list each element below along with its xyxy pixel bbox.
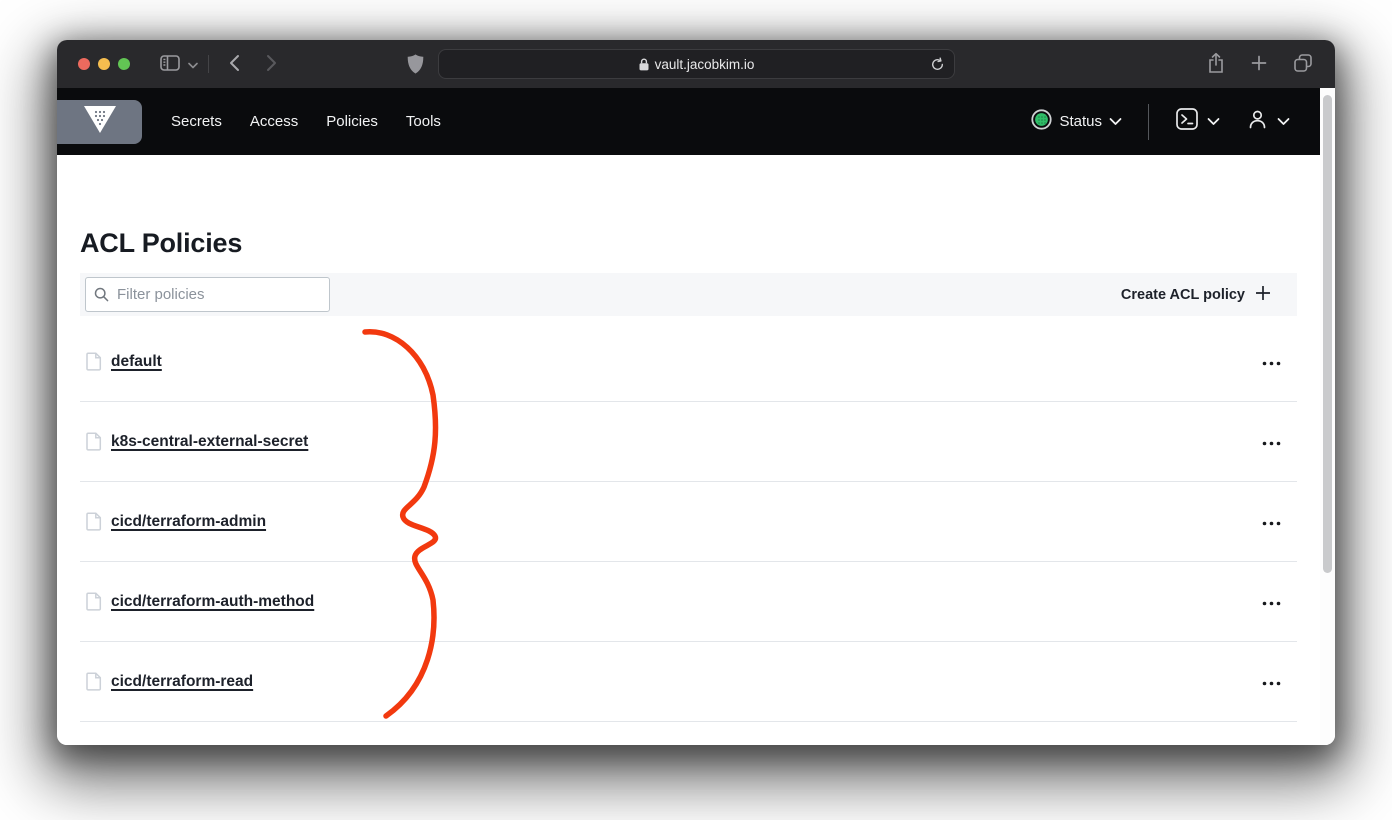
forward-button[interactable]: [260, 54, 283, 75]
policy-link[interactable]: cicd/terraform-read: [111, 673, 253, 691]
policy-link[interactable]: cicd/terraform-admin: [111, 513, 266, 531]
chevron-right-icon: [266, 54, 277, 75]
list-toolbar: Create ACL policy: [80, 273, 1297, 316]
policy-row: cicd/terraform-read: [80, 642, 1297, 722]
toolbar-divider: [208, 55, 209, 73]
plus-icon: [1256, 286, 1270, 304]
status-label: Status: [1059, 113, 1102, 130]
seal-status-icon: [1031, 109, 1052, 135]
chevron-left-icon: [229, 54, 240, 75]
ellipsis-icon: [1262, 354, 1281, 369]
browser-window: vault.jacobkim.io: [57, 40, 1335, 745]
close-window-button[interactable]: [78, 58, 90, 70]
chevron-down-icon: [1109, 113, 1122, 131]
browser-toolbar: vault.jacobkim.io: [57, 40, 1335, 88]
tabs-icon: [1293, 53, 1313, 76]
chevron-down-icon: [188, 57, 198, 72]
nav-item-tools[interactable]: Tools: [406, 113, 441, 130]
policy-row: cicd/terraform-auth-method: [80, 562, 1297, 642]
primary-nav: Secrets Access Policies Tools: [171, 113, 441, 130]
browser-viewport: Secrets Access Policies Tools: [57, 88, 1335, 745]
share-icon: [1207, 52, 1225, 77]
url-text: vault.jacobkim.io: [655, 57, 755, 72]
file-icon: [86, 512, 102, 531]
zoom-window-button[interactable]: [118, 58, 130, 70]
chevron-down-icon: [1277, 113, 1290, 131]
vault-home-button[interactable]: [57, 100, 142, 144]
ellipsis-icon: [1262, 594, 1281, 609]
row-menu-button[interactable]: [1256, 670, 1287, 693]
ellipsis-icon: [1262, 434, 1281, 449]
ellipsis-icon: [1262, 514, 1281, 529]
page-title: ACL Policies: [80, 228, 1297, 259]
traffic-lights: [78, 58, 130, 70]
tab-overview-button[interactable]: [1287, 53, 1319, 76]
policy-row: k8s-central-external-secret: [80, 402, 1297, 482]
status-dropdown[interactable]: Status: [1031, 109, 1122, 135]
filter-policies-input[interactable]: [85, 277, 330, 312]
nav-item-policies[interactable]: Policies: [326, 113, 378, 130]
policy-row: default: [80, 322, 1297, 402]
row-menu-button[interactable]: [1256, 510, 1287, 533]
nav-item-secrets[interactable]: Secrets: [171, 113, 222, 130]
file-icon: [86, 672, 102, 691]
row-menu-button[interactable]: [1256, 590, 1287, 613]
policy-row: cicd/terraform-admin: [80, 482, 1297, 562]
policy-list: default k8s-central-external-secret: [80, 322, 1297, 722]
new-tab-button[interactable]: [1245, 55, 1273, 74]
file-icon: [86, 592, 102, 611]
user-dropdown[interactable]: [1246, 108, 1290, 136]
share-button[interactable]: [1201, 52, 1231, 77]
policy-link[interactable]: k8s-central-external-secret: [111, 433, 308, 451]
vault-logo-icon: [82, 104, 118, 140]
ellipsis-icon: [1262, 674, 1281, 689]
nav-divider: [1148, 104, 1149, 140]
vault-navbar: Secrets Access Policies Tools: [57, 88, 1320, 155]
row-menu-button[interactable]: [1256, 350, 1287, 373]
back-button[interactable]: [223, 54, 246, 75]
file-icon: [86, 352, 102, 371]
row-menu-button[interactable]: [1256, 430, 1287, 453]
plus-icon: [1251, 55, 1267, 74]
policy-link[interactable]: cicd/terraform-auth-method: [111, 593, 314, 611]
console-dropdown[interactable]: [1175, 107, 1220, 136]
scrollbar-track[interactable]: [1320, 88, 1335, 745]
lock-icon: [639, 58, 649, 71]
terminal-icon: [1175, 107, 1199, 136]
file-icon: [86, 432, 102, 451]
nav-item-access[interactable]: Access: [250, 113, 298, 130]
reload-button[interactable]: [930, 57, 945, 75]
minimize-window-button[interactable]: [98, 58, 110, 70]
policy-link[interactable]: default: [111, 353, 162, 371]
person-icon: [1246, 108, 1269, 136]
chevron-down-icon: [1207, 113, 1220, 131]
privacy-shield-icon[interactable]: [407, 54, 424, 79]
scrollbar-thumb[interactable]: [1323, 95, 1332, 573]
sidebar-menu-chevron[interactable]: [186, 57, 204, 72]
sidebar-toggle-button[interactable]: [154, 55, 186, 74]
create-acl-policy-button[interactable]: Create ACL policy: [1121, 286, 1270, 304]
address-bar[interactable]: vault.jacobkim.io: [438, 49, 955, 79]
sidebar-icon: [160, 55, 180, 74]
create-acl-policy-label: Create ACL policy: [1121, 287, 1245, 303]
